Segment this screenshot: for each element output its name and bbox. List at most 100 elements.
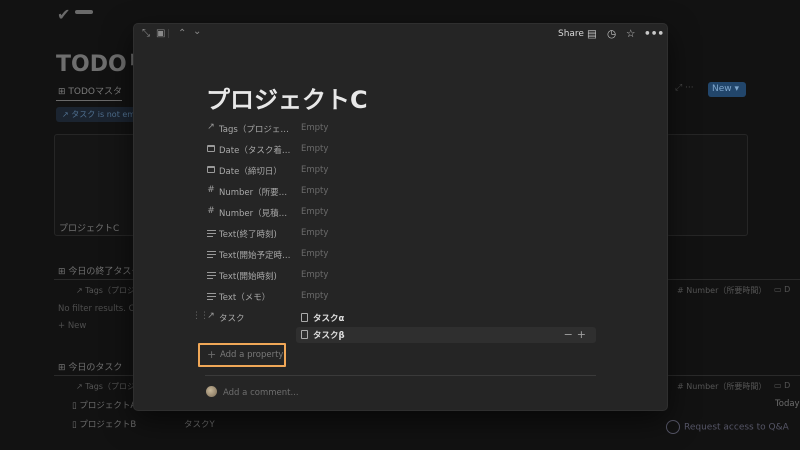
question-circle-icon bbox=[666, 420, 680, 434]
page-title[interactable]: プロジェクトC bbox=[206, 80, 368, 115]
property-row-date-start[interactable]: Date（タスク着手日） Empty bbox=[205, 142, 655, 158]
column-header-tags: ↗ Tags（プロジ bbox=[76, 286, 135, 295]
row-name: プロジェクトB bbox=[79, 420, 137, 430]
column-header-number-label: Number（所要時間） bbox=[686, 286, 767, 295]
page-peek-modal: ⤡ ▣ ⌃ ⌄ Share ▤ ◷ ☆ ••• プロジェクトC ↗ Tags（プ… bbox=[134, 24, 667, 410]
add-new-row[interactable]: + New bbox=[58, 321, 86, 331]
arrow-up-right-icon: ↗ bbox=[207, 122, 215, 132]
comment-icon[interactable]: ▤ bbox=[587, 27, 597, 41]
filter-chip-label: タスク is not emp bbox=[71, 110, 141, 119]
toolbar-separator bbox=[168, 29, 169, 38]
section-divider-right bbox=[666, 279, 800, 280]
column-header-number-label: Number（所要時間） bbox=[686, 382, 767, 391]
calendar-icon bbox=[205, 143, 217, 155]
database-tab[interactable]: ⊞ TODOマスタ bbox=[58, 84, 122, 97]
expand-icon[interactable]: ⤡ bbox=[142, 27, 150, 41]
section-title-today-label: 今日のタスク bbox=[68, 363, 123, 373]
history-clock-icon[interactable]: ◷ bbox=[607, 27, 616, 41]
property-label: Number（所要時間） bbox=[219, 188, 291, 198]
column-header-date-icon: ▭ D bbox=[774, 285, 791, 294]
new-button[interactable]: New ▾ bbox=[708, 82, 746, 97]
property-value[interactable]: Empty bbox=[301, 249, 328, 259]
property-label: Text(開始予定時刻) bbox=[219, 251, 291, 261]
share-button[interactable]: Share bbox=[558, 27, 584, 41]
tab-underline bbox=[56, 100, 122, 101]
relation-item[interactable]: タスクβ −+ bbox=[296, 327, 596, 343]
new-button-label: New bbox=[712, 84, 732, 94]
property-value[interactable]: Empty bbox=[301, 186, 328, 196]
row-task: タスクY bbox=[184, 420, 215, 430]
property-label: Date（タスク着手日） bbox=[219, 146, 291, 156]
text-icon bbox=[205, 290, 217, 303]
section-title-today: ⊞ 今日のタスク bbox=[58, 363, 123, 373]
filter-chip[interactable]: ↗ タスク is not emp bbox=[56, 107, 147, 122]
view-options-icons[interactable]: ⤢ ··· bbox=[675, 83, 694, 93]
property-row-number-estimate[interactable]: # Number（見積時間） Empty bbox=[205, 205, 655, 221]
property-value[interactable]: Empty bbox=[301, 165, 328, 175]
section-divider bbox=[54, 375, 134, 376]
request-access-label: Request access to Q&A bbox=[684, 422, 789, 433]
table-row[interactable]: ▯ プロジェクトA bbox=[72, 399, 136, 411]
property-label: Text(開始時刻) bbox=[219, 272, 277, 282]
row-name: プロジェクトA bbox=[79, 401, 137, 411]
property-row-text-planned-start[interactable]: Text(開始予定時刻) Empty bbox=[205, 247, 655, 263]
arrow-up-right-icon: ↗ bbox=[207, 311, 215, 321]
property-row-date-deadline[interactable]: Date（締切日） Empty bbox=[205, 163, 655, 179]
modal-topbar: ⤡ ▣ ⌃ ⌄ Share ▤ ◷ ☆ ••• bbox=[134, 24, 667, 44]
property-row-tags[interactable]: ↗ Tags（プロジェクト名） Empty bbox=[205, 121, 655, 137]
relation-item-actions: −+ bbox=[564, 327, 590, 343]
no-results-text: No filter results. Clic bbox=[58, 304, 144, 314]
property-label: タスク bbox=[219, 314, 245, 324]
avatar bbox=[206, 386, 217, 397]
property-row-text-memo[interactable]: Text（メモ） Empty bbox=[205, 289, 655, 305]
property-label: Date（締切日） bbox=[219, 167, 282, 177]
property-label: Text（メモ） bbox=[219, 293, 271, 303]
text-icon bbox=[205, 248, 217, 261]
add-property-button[interactable]: + Add a property bbox=[198, 343, 286, 367]
property-label: Number（見積時間） bbox=[219, 209, 291, 219]
property-label: Tags（プロジェクト名） bbox=[219, 125, 291, 135]
database-tab-label: TODOマスタ bbox=[68, 87, 123, 97]
column-header-tags: ↗ Tags（プロジ bbox=[76, 382, 135, 391]
section-title-finished: ⊞ 今日の終了タスク bbox=[58, 267, 141, 277]
chevron-up-icon[interactable]: ⌃ bbox=[178, 27, 186, 41]
column-header-number: # Number（所要時間） bbox=[677, 286, 767, 295]
property-value[interactable]: Empty bbox=[301, 228, 328, 238]
logo-bar bbox=[75, 10, 93, 14]
property-value[interactable]: Empty bbox=[301, 270, 328, 280]
relation-item[interactable]: タスクα bbox=[296, 310, 596, 326]
today-cell: Today bbox=[775, 399, 800, 409]
comment-input[interactable]: Add a comment... bbox=[223, 388, 299, 398]
column-header-date-icon: ▭ D bbox=[774, 381, 791, 390]
open-as-page-icon[interactable]: ▣ bbox=[156, 27, 165, 41]
more-options-icon[interactable]: ••• bbox=[644, 27, 664, 41]
add-property-label: Add a property bbox=[220, 350, 284, 360]
property-value[interactable]: Empty bbox=[301, 207, 328, 217]
property-row-number-required[interactable]: # Number（所要時間） Empty bbox=[205, 184, 655, 200]
remove-icon[interactable]: − bbox=[564, 328, 577, 341]
relation-item-label: タスクα bbox=[313, 314, 345, 324]
column-header-tags-label: Tags（プロジ bbox=[85, 382, 135, 391]
section-title-finished-label: 今日の終了タスク bbox=[68, 267, 141, 277]
comment-divider bbox=[205, 375, 596, 376]
property-row-text-end[interactable]: Text(終了時刻) Empty bbox=[205, 226, 655, 242]
page-icon bbox=[301, 330, 308, 339]
add-icon[interactable]: + bbox=[577, 328, 590, 341]
gallery-card-title: プロジェクトC bbox=[59, 224, 120, 234]
text-icon bbox=[205, 269, 217, 282]
request-access-button[interactable]: Request access to Q&A bbox=[666, 420, 789, 434]
chevron-down-icon[interactable]: ⌄ bbox=[193, 25, 201, 39]
page-icon bbox=[301, 313, 308, 322]
gallery-card-right[interactable] bbox=[666, 134, 748, 236]
column-header-tags-label: Tags（プロジ bbox=[85, 286, 135, 295]
section-divider bbox=[54, 279, 134, 280]
star-icon[interactable]: ☆ bbox=[626, 27, 635, 41]
calendar-icon bbox=[205, 164, 217, 176]
plus-icon: + bbox=[207, 348, 217, 361]
property-value[interactable]: Empty bbox=[301, 123, 328, 133]
property-value[interactable]: Empty bbox=[301, 144, 328, 154]
relation-item-label: タスクβ bbox=[313, 331, 345, 341]
property-value[interactable]: Empty bbox=[301, 291, 328, 301]
property-row-text-start[interactable]: Text(開始時刻) Empty bbox=[205, 268, 655, 284]
table-row[interactable]: ▯ プロジェクトB bbox=[72, 418, 136, 430]
